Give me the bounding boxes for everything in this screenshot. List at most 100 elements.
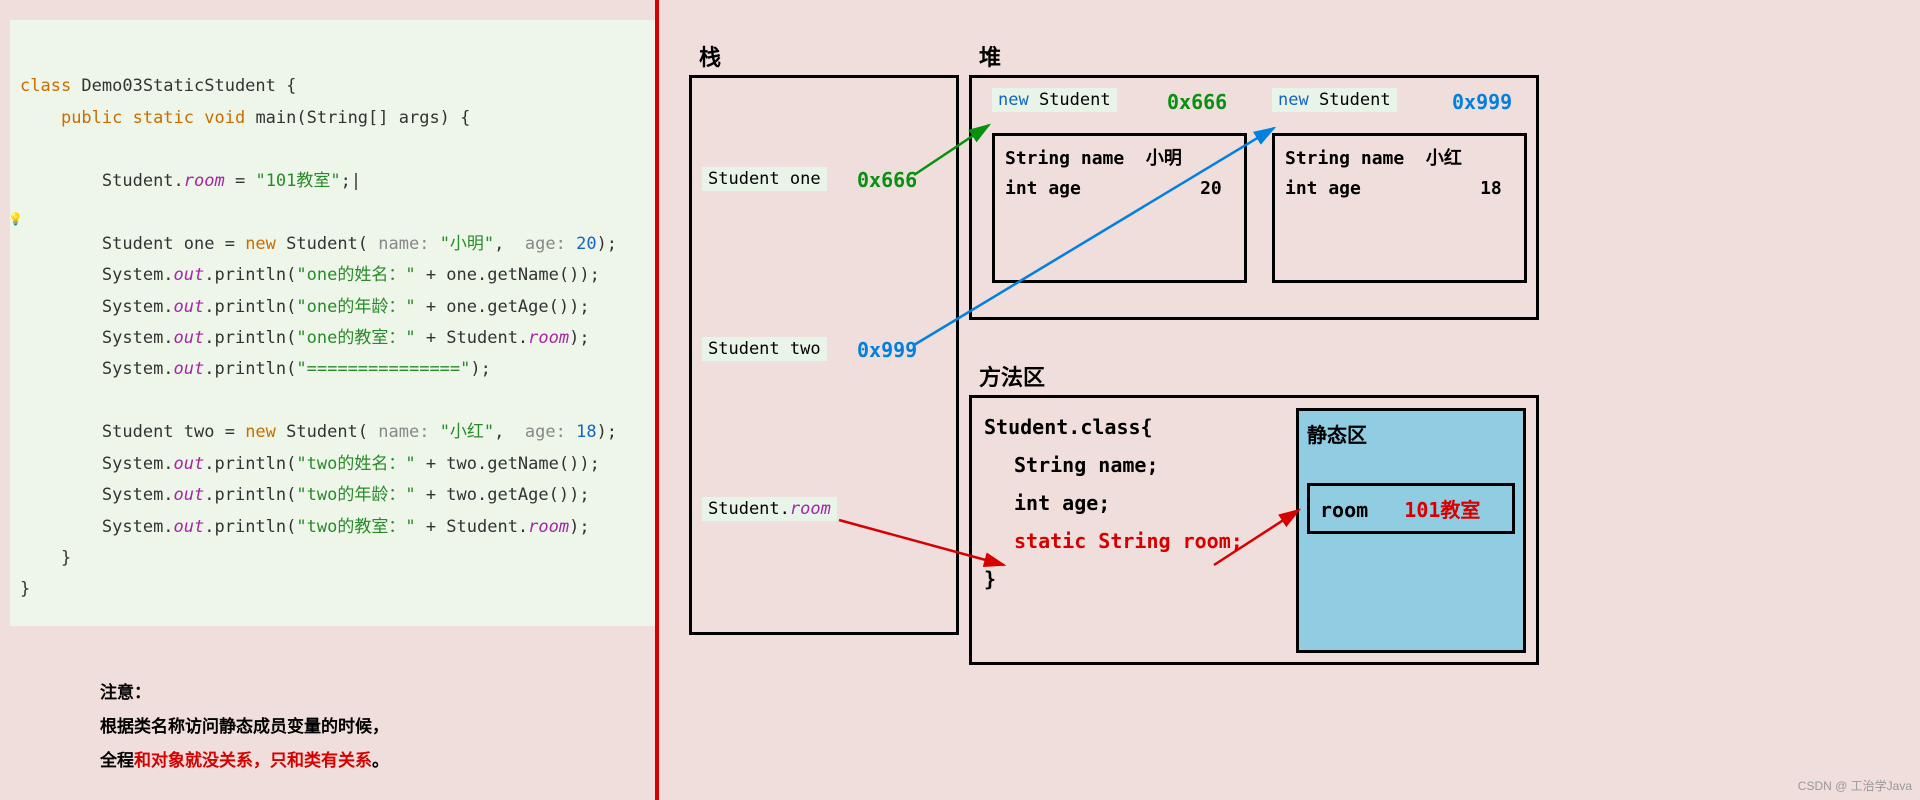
out: out — [174, 454, 205, 474]
lightbulb-icon: 💡 — [8, 208, 23, 230]
txt: + one.getName()); — [416, 265, 600, 285]
txt: System. — [102, 454, 174, 474]
txt: + one.getAge()); — [416, 297, 590, 317]
out: out — [174, 359, 205, 379]
static-area: 静态区 room 101教室 — [1296, 408, 1526, 653]
str: "one的教室：" — [296, 328, 415, 348]
txt: , — [494, 234, 525, 254]
static-area-title: 静态区 — [1307, 419, 1515, 448]
room: room — [528, 517, 569, 537]
method-area-label: 方法区 — [979, 360, 1045, 392]
txt: .println( — [204, 454, 296, 474]
txt: .println( — [204, 485, 296, 505]
txt: Student( — [276, 234, 378, 254]
txt: Student( — [276, 422, 378, 442]
new-student-2: new Student — [1272, 88, 1397, 112]
heap-addr-2: 0x999 — [1452, 90, 1512, 114]
addr-two: 0x999 — [857, 338, 917, 362]
heap-label: 堆 — [979, 40, 1001, 72]
memory-diagram: 栈 堆 方法区 Student one 0x666 Student two 0x… — [659, 0, 1920, 800]
param: age: — [525, 234, 576, 254]
addr-one: 0x666 — [857, 168, 917, 192]
main-name: main — [245, 108, 296, 128]
code-block: 💡 class Demo03StaticStudent { public stat… — [10, 20, 655, 626]
out: out — [174, 485, 205, 505]
stack-var-room: Student.room — [702, 498, 837, 519]
str: "小红" — [440, 422, 494, 442]
txt: ; — [341, 171, 351, 191]
str: "two的年龄：" — [296, 485, 415, 505]
txt: System. — [102, 297, 174, 317]
out: out — [174, 328, 205, 348]
kw-class: class — [20, 76, 71, 96]
class-definition: Student.class{ String name; int age; sta… — [984, 408, 1243, 598]
param: name: — [378, 422, 439, 442]
object-two: String name 小红 int age 18 — [1272, 133, 1527, 283]
method-area-box: Student.class{ String name; int age; sta… — [969, 395, 1539, 665]
param: name: — [378, 234, 439, 254]
param: age: — [525, 422, 576, 442]
txt: .println( — [204, 265, 296, 285]
txt: Student two = — [102, 422, 245, 442]
txt: .println( — [204, 297, 296, 317]
static-room-box: room 101教室 — [1307, 483, 1515, 534]
txt: System. — [102, 265, 174, 285]
txt: = — [225, 171, 256, 191]
main-args: (String[] args) { — [296, 108, 470, 128]
str: "two的教室：" — [296, 517, 415, 537]
str: "one的年龄：" — [296, 297, 415, 317]
txt: System. — [102, 328, 174, 348]
stack-box: Student one 0x666 Student two 0x999 Stud… — [689, 75, 959, 635]
txt: ); — [470, 359, 490, 379]
txt: Student one = — [102, 234, 245, 254]
txt: .println( — [204, 359, 296, 379]
notes: 注意： 根据类名称访问静态成员变量的时候， 全程和对象就没关系，只和类有关系。 — [100, 676, 389, 778]
note-line3: 全程和对象就没关系，只和类有关系。 — [100, 744, 389, 778]
txt: .println( — [204, 517, 296, 537]
brace: } — [20, 579, 30, 599]
brace: } — [20, 548, 71, 568]
heap-box: new Student 0x666 String name 小明 int age… — [969, 75, 1539, 320]
room: room — [528, 328, 569, 348]
txt: + two.getName()); — [416, 454, 600, 474]
txt: ); — [569, 517, 589, 537]
new-student-1: new Student — [992, 88, 1117, 112]
str: "101教室" — [255, 171, 340, 191]
txt: , — [494, 422, 525, 442]
stack-var-one: Student one — [702, 168, 827, 189]
txt: ); — [597, 422, 617, 442]
note-line2: 根据类名称访问静态成员变量的时候， — [100, 710, 389, 744]
kw-new: new — [245, 234, 276, 254]
watermark: CSDN @ 工治学Java — [1798, 777, 1912, 794]
object-one: String name 小明 int age 20 — [992, 133, 1247, 283]
txt: System. — [102, 359, 174, 379]
heap-addr-1: 0x666 — [1167, 90, 1227, 114]
txt: ); — [569, 328, 589, 348]
kw-mods: public static — [61, 108, 194, 128]
kw-void: void — [194, 108, 245, 128]
txt: System. — [102, 517, 174, 537]
txt: System. — [102, 485, 174, 505]
txt: ); — [597, 234, 617, 254]
txt: + two.getAge()); — [416, 485, 590, 505]
stack-label: 栈 — [699, 40, 721, 72]
str: "two的姓名：" — [296, 454, 415, 474]
class-name: Demo03StaticStudent { — [71, 76, 296, 96]
txt: + Student. — [416, 517, 529, 537]
note-line1: 注意： — [100, 676, 389, 710]
stack-var-two: Student two — [702, 338, 827, 359]
kw-new: new — [245, 422, 276, 442]
room-field: room — [184, 171, 225, 191]
num: 20 — [576, 234, 596, 254]
num: 18 — [576, 422, 596, 442]
out: out — [174, 517, 205, 537]
out: out — [174, 265, 205, 285]
code-panel: 💡 class Demo03StaticStudent { public stat… — [0, 0, 655, 800]
str: "小明" — [440, 234, 494, 254]
str: "===============" — [296, 359, 470, 379]
txt: Student. — [102, 171, 184, 191]
str: "one的姓名：" — [296, 265, 415, 285]
out: out — [174, 297, 205, 317]
txt: .println( — [204, 328, 296, 348]
txt: + Student. — [416, 328, 529, 348]
